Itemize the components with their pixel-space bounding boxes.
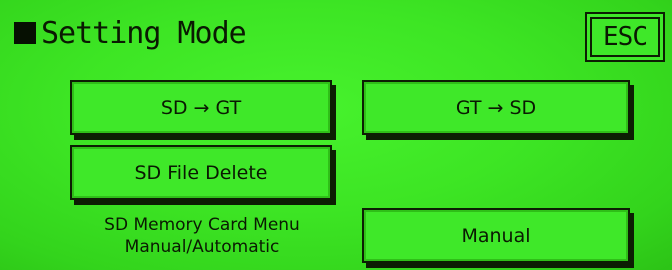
gt-to-sd-button[interactable]: GT → SD [362, 80, 630, 135]
manual-mode-button[interactable]: Manual [362, 208, 630, 263]
esc-button[interactable]: ESC [585, 12, 665, 62]
setting-mode-screen: Setting Mode ESC SD → GT GT → SD SD File… [0, 0, 672, 270]
mode-options-text: Manual/Automatic [124, 237, 280, 257]
page-title: Setting Mode [41, 16, 247, 51]
sd-card-menu-text: SD Memory Card Menu [104, 215, 300, 235]
header-square-icon [14, 22, 36, 44]
sd-file-delete-button[interactable]: SD File Delete [70, 145, 332, 200]
sd-to-gt-button[interactable]: SD → GT [70, 80, 332, 135]
sd-card-mode-label: SD Memory Card Menu Manual/Automatic [52, 214, 352, 258]
